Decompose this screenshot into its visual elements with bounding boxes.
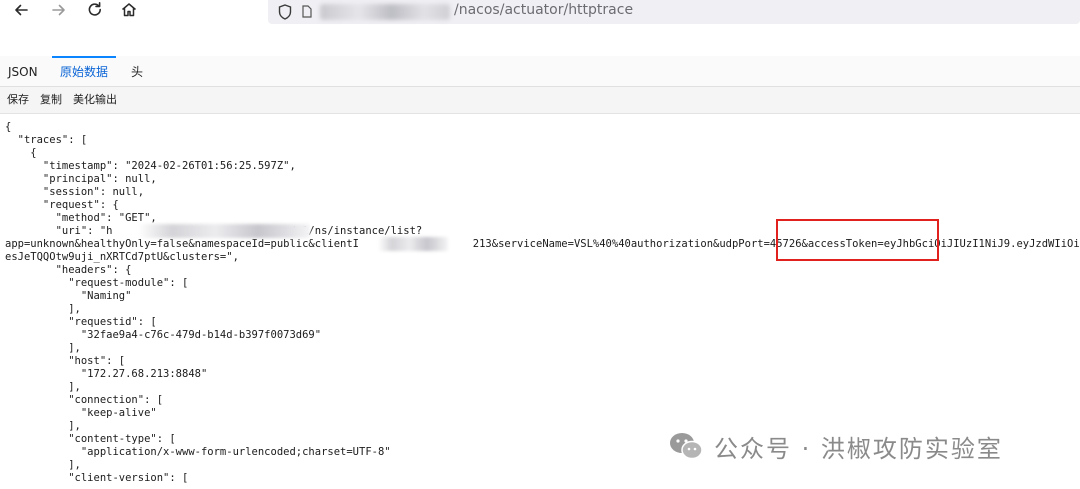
back-icon <box>15 4 28 16</box>
access-token-highlight-box <box>776 219 939 261</box>
json-line: "connection": [ <box>5 394 164 406</box>
json-line: "application/x-www-form-urlencoded;chars… <box>5 446 391 458</box>
json-line: "32fae9a4-c76c-479d-b14d-b397f0073d69" <box>5 329 322 341</box>
json-line: "client-version": [ <box>5 472 189 484</box>
wechat-icon <box>670 433 703 460</box>
json-line: "request": { <box>5 199 119 211</box>
forward-button[interactable] <box>46 0 72 22</box>
browser-toolbar: /nacos/actuator/httptrace <box>0 0 1080 24</box>
viewer-tabs: JSON 原始数据 头 <box>0 56 1080 87</box>
forward-icon <box>52 4 65 16</box>
json-line: "request-module": [ <box>5 277 189 289</box>
reload-icon <box>88 1 102 16</box>
json-line: "host": [ <box>5 355 126 367</box>
tab-json[interactable]: JSON <box>8 56 38 85</box>
json-line: ], <box>5 342 81 354</box>
watermark: 公众号 · 洪椒攻防实验室 <box>668 428 1003 464</box>
json-line: "traces": [ <box>5 134 88 146</box>
redacted-host-uri <box>138 224 310 238</box>
page-icon <box>302 5 312 18</box>
home-button[interactable] <box>116 0 142 22</box>
json-line: "keep-alive" <box>5 407 157 419</box>
action-bar: 保存 复制 美化输出 <box>0 87 1080 114</box>
json-line: { <box>5 121 12 133</box>
redacted-host <box>320 4 450 20</box>
pretty-print-button[interactable]: 美化输出 <box>73 87 117 113</box>
json-line: "timestamp": "2024-02-26T01:56:25.597Z", <box>5 160 296 172</box>
json-line: ], <box>5 303 81 315</box>
home-icon <box>122 3 136 17</box>
save-button[interactable]: 保存 <box>7 87 29 113</box>
redacted-client-ip <box>378 237 448 251</box>
json-line: esJeTQQOtw9uji_nXRTCd7ptU&clusters=", <box>5 251 239 263</box>
watermark-text: 公众号 · 洪椒攻防实验室 <box>714 434 1003 463</box>
json-line: ], <box>5 459 81 471</box>
tab-raw-data[interactable]: 原始数据 <box>52 56 117 87</box>
json-line: { <box>5 147 37 159</box>
json-line: "content-type": [ <box>5 433 176 445</box>
copy-button[interactable]: 复制 <box>40 87 62 113</box>
json-line: "Naming" <box>5 290 132 302</box>
json-line: "principal": null, <box>5 173 157 185</box>
json-line: "requestid": [ <box>5 316 157 328</box>
json-line: "headers": { <box>5 264 132 276</box>
back-button[interactable] <box>8 0 34 22</box>
json-line: ], <box>5 381 81 393</box>
url-text: /nacos/actuator/httptrace <box>454 2 634 18</box>
json-line: "172.27.68.213:8848" <box>5 368 208 380</box>
address-bar[interactable]: /nacos/actuator/httptrace <box>268 0 1080 24</box>
json-line: ], <box>5 420 81 432</box>
json-line: "method": "GET", <box>5 212 157 224</box>
shield-icon[interactable] <box>278 4 292 20</box>
reload-button[interactable] <box>82 0 108 22</box>
tab-headers[interactable]: 头 <box>131 56 143 85</box>
json-line: "session": null, <box>5 186 145 198</box>
